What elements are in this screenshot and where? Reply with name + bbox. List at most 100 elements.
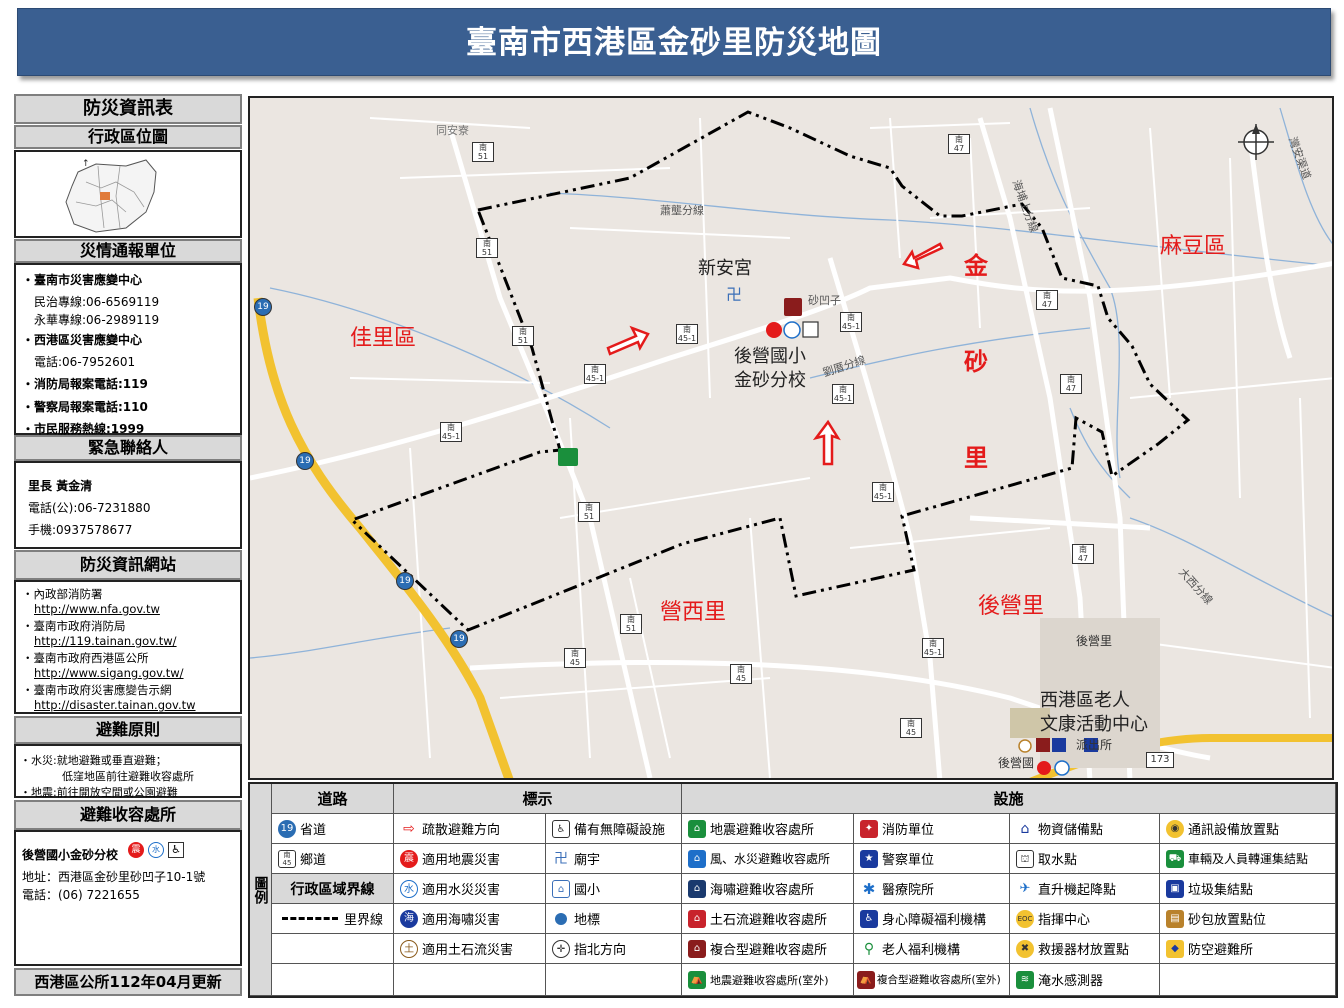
supply-depot-icon: ⌂ bbox=[1016, 819, 1034, 838]
principle-box: ・水災:就地避難或垂直避難； 低窪地區前往避難收容處所 ・地震:前往開放空間或公… bbox=[14, 744, 242, 799]
road-shield-nan45-1: 南 45-1 bbox=[440, 422, 462, 442]
road-shield-nan45-1: 南 45-1 bbox=[922, 638, 944, 658]
rescue-equipment-icon: ✖ bbox=[1016, 939, 1034, 958]
contact-line: 里長 黃金清 bbox=[28, 479, 93, 493]
legend-sign: ⇨ 疏散避難方向 bbox=[394, 814, 546, 844]
shelter-composite-icon bbox=[784, 298, 802, 316]
web-link[interactable]: http://www.sigang.gov.tw/ bbox=[34, 666, 184, 680]
info-sidebar: 防災資訊表 行政區位圖 ↑ 災情通報單位 ・臺南市災害應變中心 民治專線:06-… bbox=[14, 94, 242, 998]
village-char: 里 bbox=[964, 444, 988, 472]
road-shield-nan51: 南 51 bbox=[476, 238, 498, 258]
police-icon: ★ bbox=[860, 849, 878, 868]
principle-header: 避難原則 bbox=[14, 716, 242, 744]
village-map: 卍 南 51 南 51 南 51 南 51 南 51 南 47 南 47 南 47 南 47 南4… bbox=[248, 96, 1334, 780]
road-shield-nan45-1: 南 45-1 bbox=[872, 482, 894, 502]
web-link[interactable]: http://disaster.tainan.gov.tw bbox=[34, 698, 196, 712]
wheelchair-icon bbox=[802, 321, 819, 338]
principle-line: ・水災:就地避難或垂直避難； bbox=[20, 754, 167, 767]
major-roads bbox=[250, 107, 1332, 778]
north-arrow-icon: ↑ bbox=[82, 159, 90, 169]
school-icon: ⌂ bbox=[552, 879, 570, 898]
legend-empty bbox=[1160, 964, 1336, 996]
legend-sign: 震適用地震災害 bbox=[394, 844, 546, 874]
medical-icon: ✱ bbox=[860, 879, 878, 898]
legend-facility: ✱ 醫療院所 bbox=[854, 874, 1010, 904]
road-shield-nan51: 南 51 bbox=[472, 142, 494, 162]
helipad-icon: ✈ bbox=[1016, 879, 1034, 898]
village-char: 金 bbox=[964, 252, 988, 280]
north-compass-icon: ✛ bbox=[552, 939, 570, 958]
legend-sign: 卍廟宇 bbox=[546, 844, 682, 874]
legend-road-provincial: 19 省道 bbox=[272, 814, 394, 844]
map-canvas: 卍 bbox=[250, 107, 1332, 778]
debris-flow-icon: 土 bbox=[400, 939, 418, 958]
legend-facility-header: 設施 bbox=[682, 784, 1336, 814]
place-label: 後營里 bbox=[1076, 634, 1113, 648]
air-raid-shelter-icon: ◆ bbox=[1166, 939, 1184, 958]
wheelchair-icon: ♿ bbox=[552, 819, 570, 838]
district-label: 營西里 bbox=[660, 600, 727, 625]
legend-sign-header: 標示 bbox=[394, 784, 682, 814]
evacuation-arrow-icon bbox=[606, 325, 650, 356]
principle-line: ・地震:前往開放空間或公園避難 bbox=[20, 786, 178, 799]
district-label: 後營里 bbox=[978, 594, 1045, 619]
legend-facility: EOC 指揮中心 bbox=[1010, 904, 1160, 934]
legend-facility: ⌂ 複合型避難收容處所 bbox=[682, 934, 854, 964]
flood-sensor-icon bbox=[558, 448, 578, 466]
north-compass-icon bbox=[1238, 124, 1274, 160]
legend-boundary-item: 里界線 bbox=[272, 904, 394, 934]
report-line: 永華專線:06-2989119 bbox=[34, 313, 160, 327]
village-char: 砂 bbox=[964, 348, 988, 376]
command-center-icon: EOC bbox=[1016, 909, 1034, 928]
place-label: 西港區老人 bbox=[1040, 690, 1130, 711]
earthquake-icon bbox=[1037, 761, 1051, 775]
report-line: 民治專線:06-6569119 bbox=[34, 295, 160, 309]
road-shield-nan47: 南 47 bbox=[1060, 374, 1082, 394]
highway-19-shield: 19 bbox=[396, 572, 414, 590]
district-label: 麻豆區 bbox=[1160, 234, 1227, 259]
earthquake-shelter-icon: ⌂ bbox=[688, 819, 706, 838]
web-line: ・臺南市政府消防局 bbox=[22, 619, 126, 633]
legend-facility: ≋ 淹水感測器 bbox=[1010, 964, 1160, 996]
map-legend: 圖例 道路 19 省道 南 45 鄉道 行政區域界線 里界線 標示 ⇨ 疏散避難方向… bbox=[248, 782, 1338, 998]
road-shield-nan45-1: 南 45-1 bbox=[840, 312, 862, 332]
web-link[interactable]: http://www.nfa.gov.tw bbox=[34, 602, 160, 616]
composite-shelter-icon: ⌂ bbox=[688, 939, 706, 958]
shelter-address: 地址：西港區金砂里砂凹子10-1號 bbox=[22, 870, 206, 884]
report-line: ・臺南市災害應變中心 bbox=[22, 273, 143, 287]
contact-line: 電話(公):06-7231880 bbox=[28, 501, 151, 515]
web-line: ・臺南市政府災害應變告示網 bbox=[22, 683, 172, 697]
contact-box: 里長 黃金清 電話(公):06-7231880 手機:0937578677 bbox=[14, 461, 242, 549]
road-shield-nan51: 南 51 bbox=[620, 614, 642, 634]
garbage-point-icon: ▣ bbox=[1166, 879, 1184, 898]
flood-sensor-icon: ≋ bbox=[1016, 970, 1034, 989]
place-label: 派出所 bbox=[1076, 738, 1113, 752]
water-point-icon: ⛫ bbox=[1016, 849, 1034, 868]
legend-facility: ◆ 防空避難所 bbox=[1160, 934, 1336, 964]
road-shield-nan45: 南 45 bbox=[564, 648, 586, 668]
flood-icon: 水 bbox=[400, 879, 418, 898]
evacuation-arrow-icon: ⇨ bbox=[400, 819, 418, 838]
place-label: 文康活動中心 bbox=[1040, 714, 1148, 735]
legend-facility: ⌂ 物資儲備點 bbox=[1010, 814, 1160, 844]
place-label: 砂凹子 bbox=[808, 294, 841, 307]
wheelchair-icon: ♿ bbox=[168, 842, 184, 858]
web-link[interactable]: http://119.tainan.gov.tw/ bbox=[34, 634, 177, 648]
flood-shelter-icon: ⌂ bbox=[688, 849, 706, 868]
report-line: ・西港區災害應變中心 bbox=[22, 333, 143, 347]
report-line: ・警察局報案電話:110 bbox=[22, 400, 148, 414]
provincial-road-icon: 19 bbox=[278, 819, 296, 838]
shelter-box: 後營國小金砂分校 震 水 ♿ 地址：西港區金砂里砂凹子10-1號 電話：(06)… bbox=[14, 830, 242, 966]
legend-facility: ✦ 消防單位 bbox=[854, 814, 1010, 844]
school-label: 後營國小 bbox=[734, 346, 806, 367]
road-shield-nan45: 南 45 bbox=[900, 718, 922, 738]
web-line: ・內政部消防署 bbox=[22, 587, 103, 601]
location-mini-map: ↑ bbox=[65, 159, 157, 233]
fire-station-icon: ✦ bbox=[860, 819, 878, 838]
sandbag-icon: ▤ bbox=[1166, 909, 1184, 928]
flood-icon bbox=[1054, 760, 1070, 776]
legend-empty bbox=[394, 964, 546, 996]
legend-boundary-header: 行政區域界線 bbox=[272, 874, 394, 904]
disability-facility-icon: ♿ bbox=[860, 909, 878, 928]
highway-19-shield: 19 bbox=[254, 298, 272, 316]
